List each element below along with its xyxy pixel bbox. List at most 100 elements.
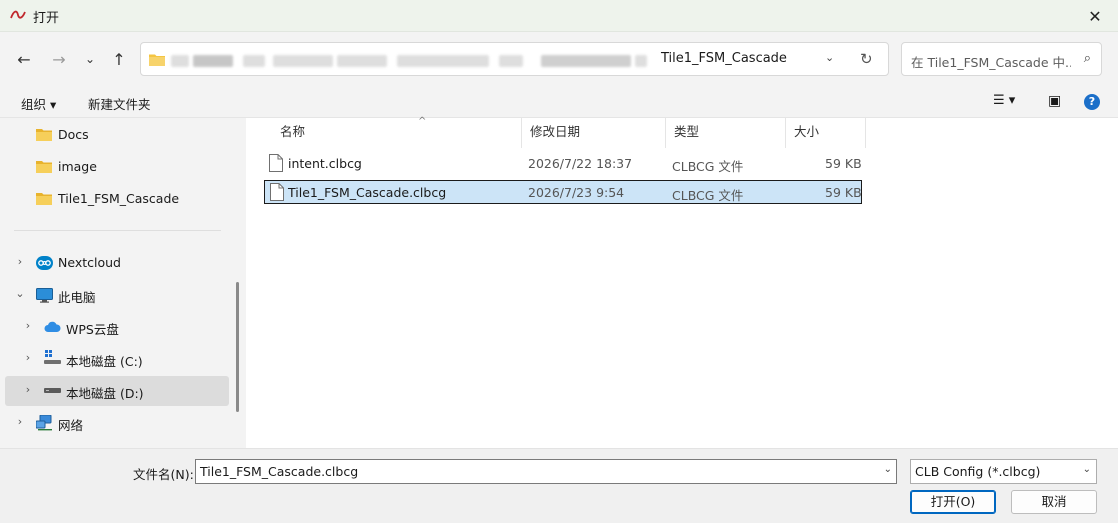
file-modified-date: 2026/7/23 9:54 bbox=[528, 185, 625, 200]
filename-label: 文件名(N): bbox=[133, 467, 194, 482]
drive-icon bbox=[44, 388, 61, 393]
back-icon[interactable]: ← bbox=[13, 48, 35, 70]
network-icon bbox=[36, 415, 52, 431]
computer-icon bbox=[36, 288, 53, 303]
file-modified-date: 2026/7/22 18:37 bbox=[528, 156, 633, 171]
sort-ascending-icon: ^ bbox=[418, 116, 427, 127]
file-type: CLBCG 文件 bbox=[672, 159, 744, 174]
file-type: CLBCG 文件 bbox=[672, 188, 744, 203]
refresh-icon[interactable]: ↻ bbox=[860, 50, 873, 68]
search-box[interactable]: 在 Tile1_FSM_Cascade 中... ⌕ bbox=[901, 42, 1102, 76]
sidebar-item-label: WPS云盘 bbox=[66, 322, 119, 337]
sidebar-item-nextcloud[interactable]: › Nextcloud bbox=[5, 248, 229, 278]
title-bar: 打开 ✕ bbox=[0, 0, 1118, 32]
address-segment-redacted bbox=[499, 55, 523, 67]
sidebar-item-docs[interactable]: Docs bbox=[5, 120, 229, 150]
sidebar-item-label: Docs bbox=[58, 127, 89, 142]
folder-icon bbox=[149, 54, 165, 66]
sidebar-divider bbox=[14, 230, 221, 231]
file-list: 名称 ^ 修改日期 类型 大小 intent.clbcg 2026/7/22 1… bbox=[246, 116, 1118, 448]
file-name: Tile1_FSM_Cascade.clbcg bbox=[288, 185, 447, 200]
sidebar-item-this-pc[interactable]: ⌄ 此电脑 bbox=[5, 280, 229, 310]
filename-value[interactable]: Tile1_FSM_Cascade.clbcg bbox=[200, 464, 358, 479]
help-icon[interactable]: ? bbox=[1084, 94, 1100, 110]
address-segment-redacted bbox=[635, 55, 647, 67]
sidebar-item-label: 此电脑 bbox=[58, 290, 96, 305]
address-segment-redacted bbox=[193, 55, 233, 67]
navigation-pane: Docs image Tile1_FSM_Cascade › Nextcloud… bbox=[0, 118, 232, 448]
search-icon[interactable]: ⌕ bbox=[1084, 51, 1091, 66]
close-button[interactable]: ✕ bbox=[1072, 0, 1118, 32]
search-input[interactable]: 在 Tile1_FSM_Cascade 中... bbox=[911, 52, 1071, 71]
column-header-size[interactable]: 大小 bbox=[786, 118, 866, 148]
view-options-icon[interactable]: ☰ ▾ bbox=[993, 93, 1015, 108]
chevron-down-icon[interactable]: ⌄ bbox=[1083, 464, 1091, 475]
document-icon bbox=[270, 183, 284, 201]
command-bar: 组织 ▾ 新建文件夹 ☰ ▾ ▣ bbox=[0, 86, 1118, 118]
app-logo-icon bbox=[10, 10, 26, 19]
column-header-label: 大小 bbox=[794, 124, 820, 139]
chevron-down-icon[interactable]: ⌄ bbox=[14, 287, 26, 300]
document-icon bbox=[269, 154, 283, 172]
column-header-type[interactable]: 类型 bbox=[666, 118, 786, 148]
column-header-label: 类型 bbox=[674, 124, 700, 139]
chevron-down-icon[interactable]: ⌄ bbox=[884, 464, 892, 475]
chevron-right-icon[interactable]: › bbox=[22, 319, 34, 332]
nextcloud-icon bbox=[36, 256, 53, 270]
folder-icon bbox=[36, 129, 52, 141]
folder-icon bbox=[36, 161, 52, 173]
address-segment-redacted bbox=[337, 55, 387, 67]
file-row[interactable]: intent.clbcg 2026/7/22 18:37 CLBCG 文件 59… bbox=[264, 152, 862, 176]
sidebar-item-tile1-fsm-cascade[interactable]: Tile1_FSM_Cascade bbox=[5, 184, 229, 214]
sidebar-item-image[interactable]: image bbox=[5, 152, 229, 182]
open-button[interactable]: 打开(O) bbox=[910, 490, 996, 514]
column-header-label: 修改日期 bbox=[530, 124, 581, 139]
chevron-right-icon[interactable]: › bbox=[22, 383, 34, 396]
navigation-bar: ← → ⌄ ↑ Tile1_FSM_Cascade ⌄ ↻ 在 Tile1_FS… bbox=[0, 32, 1118, 86]
chevron-right-icon[interactable]: › bbox=[14, 255, 26, 268]
file-size: 59 KB bbox=[825, 156, 862, 171]
sidebar-item-label: 网络 bbox=[58, 418, 84, 433]
preview-pane-icon[interactable]: ▣ bbox=[1048, 93, 1061, 109]
window-title: 打开 bbox=[33, 11, 60, 26]
file-row-selected[interactable]: Tile1_FSM_Cascade.clbcg 2026/7/23 9:54 C… bbox=[264, 180, 862, 204]
recent-locations-icon[interactable]: ⌄ bbox=[79, 48, 101, 70]
dialog-footer: 文件名(N): Tile1_FSM_Cascade.clbcg ⌄ CLB Co… bbox=[0, 448, 1118, 523]
sidebar-item-drive-d[interactable]: › 本地磁盘 (D:) bbox=[5, 376, 229, 406]
drive-c-icon bbox=[44, 350, 61, 364]
address-segment-redacted bbox=[273, 55, 333, 67]
sidebar-item-label: 本地磁盘 (C:) bbox=[66, 354, 143, 369]
chevron-right-icon[interactable]: › bbox=[14, 415, 26, 428]
cloud-icon bbox=[44, 321, 61, 332]
folder-icon bbox=[36, 193, 52, 205]
address-history-dropdown[interactable]: ⌄ bbox=[825, 51, 834, 64]
sidebar-item-label: Tile1_FSM_Cascade bbox=[58, 191, 180, 206]
sidebar-item-label: 本地磁盘 (D:) bbox=[66, 386, 144, 401]
up-folder-icon[interactable]: ↑ bbox=[108, 48, 130, 70]
file-type-filter-value: CLB Config (*.clbcg) bbox=[915, 464, 1041, 479]
column-header-label: 名称 bbox=[280, 124, 306, 139]
sidebar-scrollbar[interactable] bbox=[236, 282, 239, 412]
forward-icon[interactable]: → bbox=[48, 48, 70, 70]
sidebar-item-network[interactable]: › 网络 bbox=[5, 408, 229, 438]
sidebar-item-label: image bbox=[58, 159, 97, 174]
cancel-button[interactable]: 取消 bbox=[1011, 490, 1097, 514]
sidebar-item-wps-cloud[interactable]: › WPS云盘 bbox=[5, 312, 229, 342]
file-type-filter[interactable]: CLB Config (*.clbcg) ⌄ bbox=[910, 459, 1097, 484]
address-segment-redacted bbox=[397, 55, 489, 67]
sidebar-item-label: Nextcloud bbox=[58, 255, 121, 270]
address-segment-redacted bbox=[171, 55, 189, 67]
column-header-date[interactable]: 修改日期 bbox=[522, 118, 666, 148]
column-header-name[interactable]: 名称 ^ bbox=[272, 116, 522, 148]
address-bar[interactable]: Tile1_FSM_Cascade ⌄ ↻ bbox=[140, 42, 889, 76]
file-name: intent.clbcg bbox=[288, 156, 362, 171]
chevron-right-icon[interactable]: › bbox=[22, 351, 34, 364]
sidebar-item-drive-c[interactable]: › 本地磁盘 (C:) bbox=[5, 344, 229, 374]
address-segment-redacted bbox=[541, 55, 631, 67]
address-segment-redacted bbox=[243, 55, 265, 67]
file-size: 59 KB bbox=[825, 185, 862, 200]
new-folder-button[interactable]: 新建文件夹 bbox=[88, 94, 151, 113]
organize-menu[interactable]: 组织 ▾ bbox=[21, 94, 56, 113]
filename-input[interactable]: Tile1_FSM_Cascade.clbcg ⌄ bbox=[195, 459, 897, 484]
address-current-folder[interactable]: Tile1_FSM_Cascade bbox=[661, 51, 787, 66]
